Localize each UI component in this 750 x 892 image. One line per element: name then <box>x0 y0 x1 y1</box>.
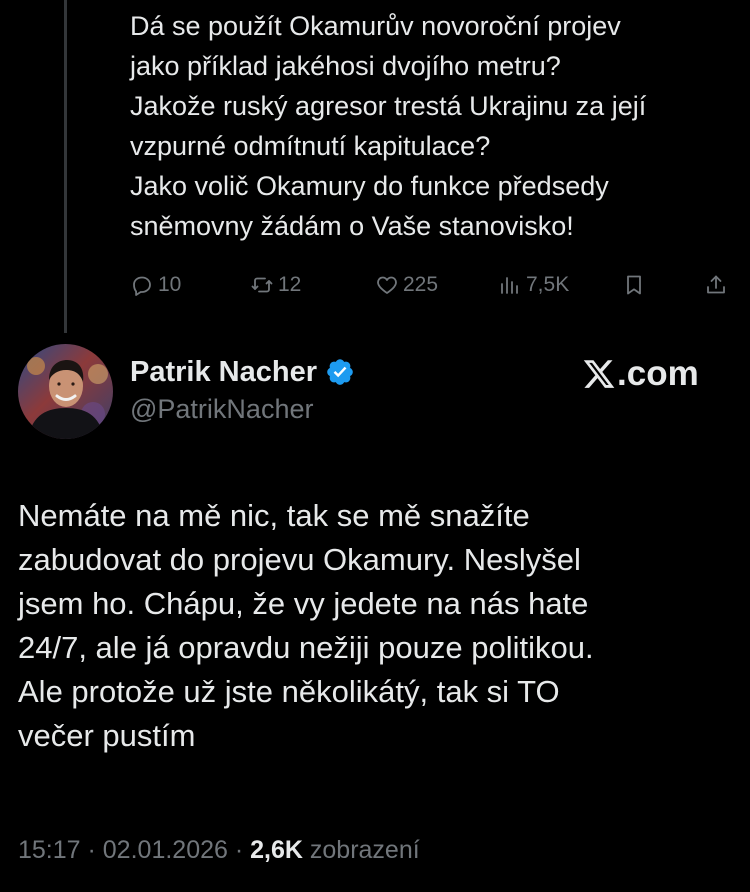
previous-tweet-line: sněmovny žádám o Vaše stanovisko! <box>130 211 574 241</box>
previous-tweet-line: Jako volič Okamury do funkce předsedy <box>130 171 609 201</box>
previous-tweet-line: vzpurné odmítnutí kapitulace? <box>130 131 491 161</box>
author-display-name[interactable]: Patrik Nacher <box>130 356 317 389</box>
tweet-line: večer pustím <box>18 718 196 753</box>
previous-tweet-line: jako příklad jakéhosi dvojího metru? <box>130 51 561 81</box>
views-count: 7,5K <box>526 273 570 296</box>
thread-line <box>64 0 67 333</box>
bookmark-icon <box>627 275 641 295</box>
author-name-row[interactable]: Patrik Nacher <box>130 352 355 392</box>
previous-tweet-actions: 10 12 225 7,5K <box>130 268 730 302</box>
tweet-line: Nemáte na mě nic, tak se mě snažíte <box>18 498 530 533</box>
reply-count: 10 <box>158 273 182 296</box>
repost-icon <box>251 277 273 293</box>
tweet-line: Ale protože už jste několikátý, tak si T… <box>18 674 560 709</box>
x-logo-icon <box>583 360 615 388</box>
tweet-metadata: 15:17 · 02.01.2026 · 2,6K zobrazení <box>18 836 420 865</box>
reply-button[interactable]: 10 <box>130 268 181 302</box>
like-button[interactable]: 225 <box>375 268 438 302</box>
share-icon <box>707 275 725 294</box>
repost-button[interactable]: 12 <box>250 268 301 302</box>
tweet-date[interactable]: 02.01.2026 <box>103 836 228 864</box>
tweet-time[interactable]: 15:17 <box>18 836 81 864</box>
tweet-line: jsem ho. Chápu, že vy jedete na nás hate <box>18 586 589 621</box>
tweet-views-label: zobrazení <box>302 836 420 864</box>
reply-icon <box>133 276 151 296</box>
avatar[interactable] <box>18 344 113 439</box>
x-com-text: .com <box>617 354 699 393</box>
tweet-line: 24/7, ale já opravdu nežiji pouze politi… <box>18 630 594 665</box>
verified-badge-icon <box>327 359 353 385</box>
like-count: 225 <box>403 273 439 296</box>
views-button[interactable]: 7,5K <box>498 268 569 302</box>
meta-separator: · <box>80 836 103 864</box>
tweet-views-count[interactable]: 2,6K <box>250 836 303 864</box>
author-handle[interactable]: @PatrikNacher <box>130 394 313 425</box>
tweet-line: zabudovat do projevu Okamury. Neslyšel <box>18 542 581 577</box>
avatar-image <box>18 344 113 439</box>
heart-icon <box>377 276 397 294</box>
previous-tweet-line: Jakože ruský agresor trestá Ukrajinu za … <box>130 91 647 121</box>
bookmark-button[interactable] <box>622 268 650 302</box>
meta-separator: · <box>227 836 251 864</box>
repost-count: 12 <box>278 273 302 296</box>
x-com-watermark: .com <box>582 352 699 396</box>
views-chart-icon <box>501 277 518 294</box>
previous-tweet-text: Dá se použít Okamurův novoroční projev j… <box>130 6 730 246</box>
previous-tweet-line: Dá se použít Okamurův novoroční projev <box>130 11 621 41</box>
tweet-text: Nemáte na mě nic, tak se mě snažíte zabu… <box>18 494 738 758</box>
share-button[interactable] <box>704 268 732 302</box>
